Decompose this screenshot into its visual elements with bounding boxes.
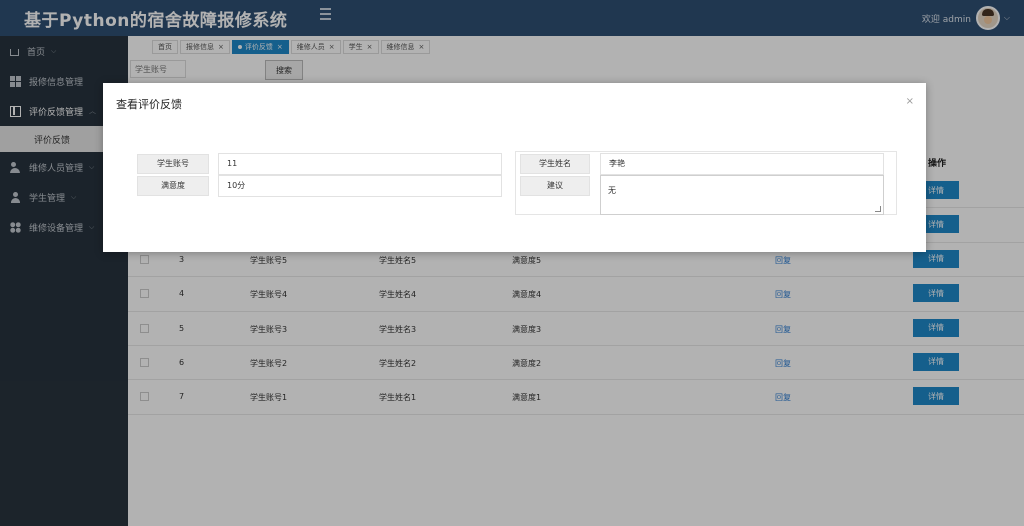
suggestion-label: 建议 — [520, 176, 590, 196]
modal-overlay[interactable] — [0, 0, 1024, 526]
student-name-label: 学生姓名 — [520, 154, 590, 174]
suggestion-textarea[interactable]: 无 — [600, 175, 884, 215]
feedback-detail-modal: 查看评价反馈 × 学生账号 11 满意度 10分 学生姓名 李艳 建议 无 — [103, 83, 926, 252]
student-account-label: 学生账号 — [137, 154, 209, 174]
suggestion-text: 无 — [608, 186, 616, 195]
student-name-field[interactable]: 李艳 — [600, 153, 884, 175]
satisfaction-label: 满意度 — [137, 176, 209, 196]
satisfaction-field[interactable]: 10分 — [218, 175, 502, 197]
feedback-detail-form: 学生账号 11 满意度 10分 学生姓名 李艳 建议 无 — [132, 151, 897, 215]
modal-title: 查看评价反馈 — [116, 98, 182, 111]
student-account-field[interactable]: 11 — [218, 153, 502, 175]
close-icon[interactable]: × — [906, 96, 914, 107]
resize-grip-icon[interactable] — [875, 206, 881, 212]
